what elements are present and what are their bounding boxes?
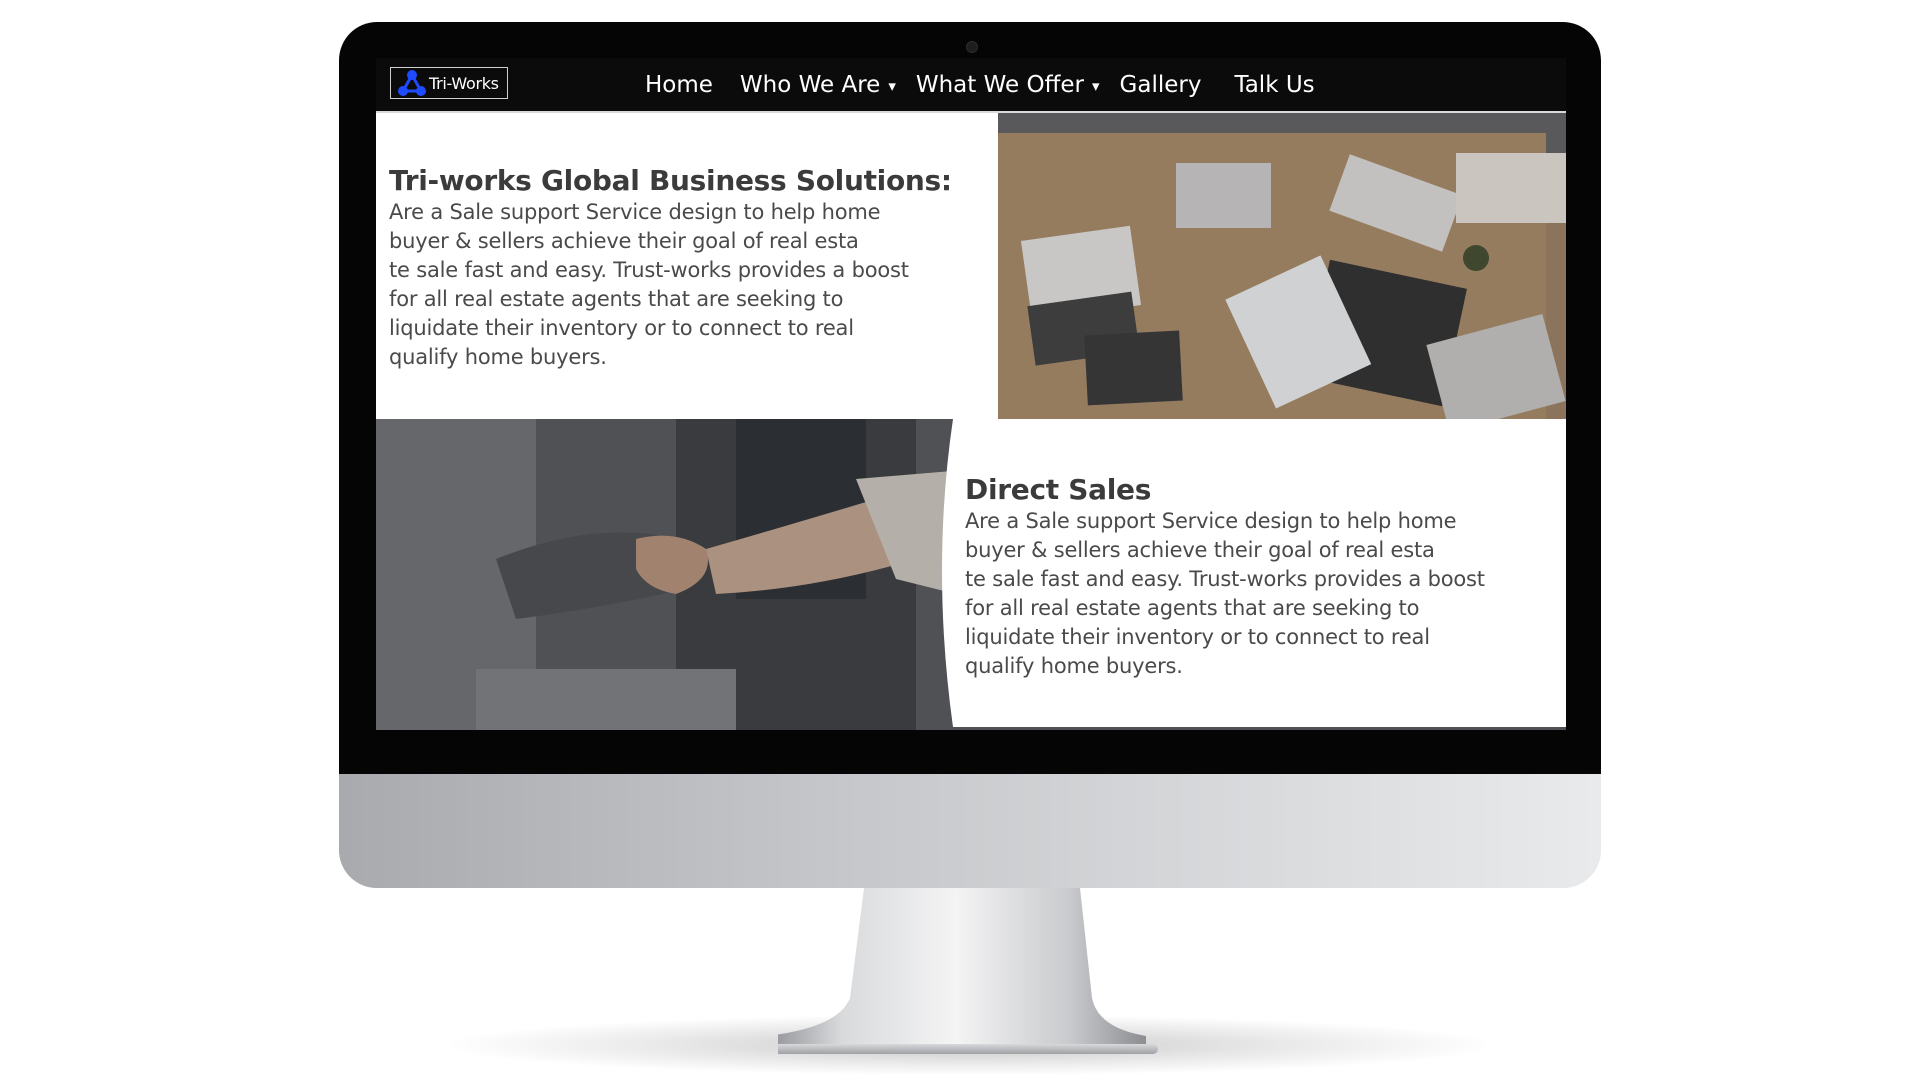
- nav-item-talk-us[interactable]: Talk Us: [1234, 72, 1314, 98]
- section-body-line: liquidate their inventory or to connect …: [389, 316, 854, 340]
- section-body-line: for all real estate agents that are seek…: [389, 287, 844, 311]
- section-body-line: te sale fast and easy. Trust-works provi…: [965, 567, 1485, 591]
- section-body-line: buyer & sellers achieve their goal of re…: [965, 538, 1435, 562]
- main-nav: Home Who We Are ▾ What We Offer ▾ Galler…: [645, 58, 1315, 111]
- nav-label: Gallery: [1119, 71, 1202, 98]
- monitor-stand: [778, 888, 1158, 1054]
- triangle-nodes-icon: [398, 70, 426, 96]
- section-body-line: Are a Sale support Service design to hel…: [965, 509, 1457, 533]
- caret-down-icon: ▾: [888, 77, 896, 95]
- section-body-line: liquidate their inventory or to connect …: [965, 625, 1430, 649]
- section-body-line: qualify home buyers.: [965, 654, 1183, 678]
- section-body-line: buyer & sellers achieve their goal of re…: [389, 229, 859, 253]
- nav-item-home[interactable]: Home: [645, 72, 713, 98]
- website-screen: Tri-Works Home Who We Are ▾ What We Offe…: [376, 58, 1566, 730]
- nav-item-what-we-offer[interactable]: What We Offer ▾: [916, 72, 1100, 98]
- nav-label: Home: [645, 71, 713, 98]
- section-body-line: Are a Sale support Service design to hel…: [389, 200, 881, 224]
- nav-label: Who We Are: [739, 71, 881, 98]
- caret-down-icon: ▾: [1092, 77, 1100, 95]
- nav-label: Talk Us: [1234, 71, 1315, 98]
- intro-section: Tri-works Global Business Solutions: Are…: [389, 164, 999, 372]
- top-navbar: Tri-Works Home Who We Are ▾ What We Offe…: [376, 58, 1566, 111]
- nav-label: What We Offer: [915, 71, 1085, 98]
- nav-item-gallery[interactable]: Gallery: [1120, 72, 1202, 98]
- section-heading: Direct Sales: [965, 473, 1152, 506]
- logo-text: Tri-Works: [429, 73, 499, 93]
- section-body-line: for all real estate agents that are seek…: [965, 596, 1420, 620]
- site-logo[interactable]: Tri-Works: [390, 67, 508, 99]
- nav-item-who-we-are[interactable]: Who We Are ▾: [740, 72, 896, 98]
- direct-sales-section: Direct Sales Are a Sale support Service …: [965, 473, 1565, 681]
- monitor: Tri-Works Home Who We Are ▾ What We Offe…: [339, 22, 1601, 888]
- nav-divider: [376, 111, 1566, 113]
- monitor-bezel: Tri-Works Home Who We Are ▾ What We Offe…: [339, 22, 1601, 774]
- section-body-line: te sale fast and easy. Trust-works provi…: [389, 258, 909, 282]
- camera-icon: [966, 41, 978, 53]
- monitor-chin: [339, 774, 1601, 888]
- section-body-line: qualify home buyers.: [389, 345, 607, 369]
- section-heading: Tri-works Global Business Solutions:: [389, 164, 952, 197]
